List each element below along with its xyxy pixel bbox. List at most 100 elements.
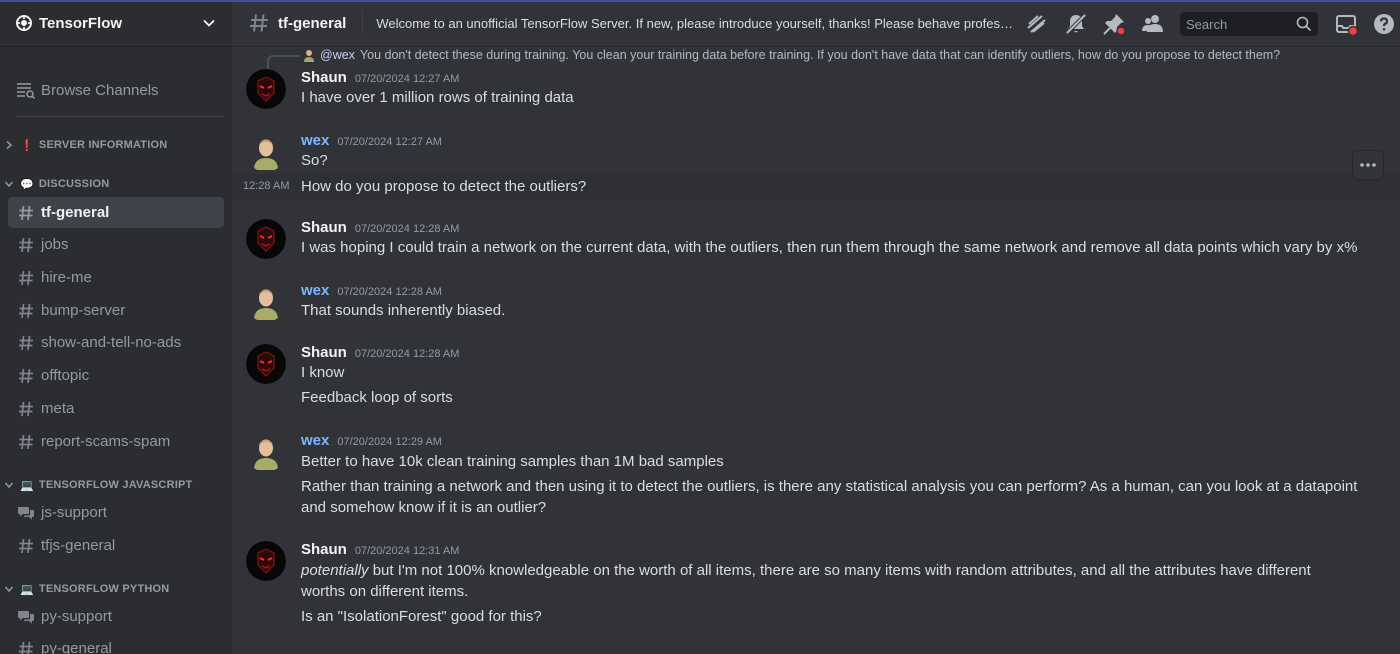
username[interactable]: wex xyxy=(301,132,329,149)
notification-muted-icon[interactable] xyxy=(1064,12,1088,36)
wex-avatar-icon xyxy=(246,432,286,472)
chevron-down-icon xyxy=(4,586,14,593)
category-label: SERVER INFORMATION xyxy=(38,139,168,151)
sidebar-divider xyxy=(16,116,224,117)
username[interactable]: Shaun xyxy=(301,69,347,86)
username[interactable]: Shaun xyxy=(301,541,347,558)
category-label: DISCUSSION xyxy=(38,178,110,190)
pinned-messages-icon[interactable] xyxy=(1102,12,1126,36)
channel-label: show-and-tell-no-ads xyxy=(41,334,182,351)
message-text: potentially but I'm not 100% knowledgeab… xyxy=(301,560,1361,581)
hash-icon xyxy=(19,237,33,252)
shaun-avatar-icon xyxy=(246,219,286,259)
username[interactable]: wex xyxy=(301,432,329,449)
category-emoji: 💻 xyxy=(20,479,34,492)
sidebar-channel-hire-me[interactable]: hire-me xyxy=(8,262,224,293)
username[interactable]: Shaun xyxy=(301,344,347,361)
shaun-avatar-icon xyxy=(246,541,286,581)
shaun-avatar[interactable] xyxy=(246,219,286,259)
sidebar-channel-jobs[interactable]: jobs xyxy=(8,229,224,260)
sidebar-channel-js-support[interactable]: js-support xyxy=(8,497,224,528)
hash-icon xyxy=(19,368,33,383)
inline-timestamp: 12:28 AM xyxy=(243,180,290,192)
message-more-options-button[interactable] xyxy=(1352,150,1384,180)
category-server-information[interactable]: ❗ SERVER INFORMATION xyxy=(0,135,232,155)
message-text: I have over 1 million rows of training d… xyxy=(301,89,574,106)
category-tensorflow-python[interactable]: 💻 TENSORFLOW PYTHON xyxy=(0,579,232,599)
message-text: That sounds inherently biased. xyxy=(301,302,506,319)
shaun-avatar-icon xyxy=(246,344,286,384)
chevron-right-icon xyxy=(6,140,13,150)
window-accent-line xyxy=(0,0,1400,2)
browse-channels-label: Browse Channels xyxy=(41,81,159,99)
sidebar-channel-offtopic[interactable]: offtopic xyxy=(8,360,224,391)
header-divider xyxy=(362,11,364,35)
sidebar-channel-py-support[interactable]: py-support xyxy=(8,601,224,632)
message-header: Shaun 07/20/2024 12:28 AM xyxy=(301,219,459,236)
category-discussion[interactable]: 💬 DISCUSSION xyxy=(0,174,232,194)
reply-preview[interactable]: @wex You don't detect these during train… xyxy=(302,47,1280,63)
wex-avatar[interactable] xyxy=(246,132,286,172)
sidebar-channel-py-general[interactable]: py-general xyxy=(8,633,224,654)
channel-label: py-support xyxy=(41,608,112,625)
username[interactable]: wex xyxy=(301,282,329,299)
message-text: How do you propose to detect the outlier… xyxy=(301,178,587,195)
timestamp: 07/20/2024 12:28 AM xyxy=(354,348,460,360)
discord-app: TensorFlow Browse Channels ❗ SERVER INFO… xyxy=(0,0,1400,654)
reply-text: You don't detect these during training. … xyxy=(359,48,1281,62)
sidebar-channel-tf-general[interactable]: tf-general xyxy=(8,197,224,228)
message-text: and somehow know if it is an outlier? xyxy=(301,499,547,516)
hash-icon xyxy=(19,303,33,318)
inbox-icon[interactable] xyxy=(1334,12,1358,36)
chevron-down-icon xyxy=(203,19,215,27)
browse-channels-button[interactable]: Browse Channels xyxy=(8,72,224,108)
category-tensorflow-javascript[interactable]: 💻 TENSORFLOW JAVASCRIPT xyxy=(0,475,232,495)
server-header[interactable]: TensorFlow xyxy=(0,0,232,47)
wex-mini-avatar-icon xyxy=(304,50,314,62)
italic-text: potentially xyxy=(301,562,369,579)
wex-avatar[interactable] xyxy=(246,432,286,472)
wex-avatar[interactable] xyxy=(246,282,286,322)
message-header: Shaun 07/20/2024 12:27 AM xyxy=(301,69,459,86)
sidebar-channel-report-scams-spam[interactable]: report-scams-spam xyxy=(8,426,224,457)
message-text: Feedback loop of sorts xyxy=(301,389,453,406)
message-text-rest: but I'm not 100% knowledgeable on the wo… xyxy=(368,562,1311,579)
message-text: I was hoping I could train a network on … xyxy=(301,239,1358,256)
sidebar-channel-bump-server[interactable]: bump-server xyxy=(8,295,224,326)
shaun-avatar[interactable] xyxy=(246,541,286,581)
sidebar-channel-show-and-tell-no-ads[interactable]: show-and-tell-no-ads xyxy=(8,327,224,358)
channel-topic[interactable]: Welcome to an unofficial TensorFlow Serv… xyxy=(376,16,1016,31)
category-emoji: 💬 xyxy=(20,178,34,191)
server-name: TensorFlow xyxy=(39,14,123,32)
channel-label: js-support xyxy=(41,504,107,521)
category-label: TENSORFLOW JAVASCRIPT xyxy=(38,479,193,491)
sidebar-channel-meta[interactable]: meta xyxy=(8,393,224,424)
hash-icon xyxy=(19,205,33,220)
shaun-avatar[interactable] xyxy=(246,69,286,109)
channel-title: tf-general xyxy=(278,14,347,32)
hash-icon xyxy=(19,335,33,350)
timestamp: 07/20/2024 12:31 AM xyxy=(354,545,460,557)
search-input[interactable]: Search xyxy=(1180,12,1318,36)
hash-icon xyxy=(19,401,33,416)
threads-icon[interactable] xyxy=(1024,12,1048,36)
member-list-icon[interactable] xyxy=(1141,12,1165,36)
timestamp: 07/20/2024 12:27 AM xyxy=(337,136,442,148)
sidebar-channel-tfjs-general[interactable]: tfjs-general xyxy=(8,530,224,561)
hash-icon xyxy=(19,641,33,654)
channel-label: report-scams-spam xyxy=(41,433,171,450)
reply-author[interactable]: @wex xyxy=(320,48,355,62)
message-text: I know xyxy=(301,364,345,381)
channel-label: jobs xyxy=(41,236,69,253)
timestamp: 07/20/2024 12:28 AM xyxy=(337,286,442,298)
more-horizontal-icon xyxy=(1360,163,1376,167)
category-emoji: ❗ xyxy=(20,139,34,152)
shaun-avatar[interactable] xyxy=(246,344,286,384)
message-text: worths on different items. xyxy=(301,583,469,600)
help-icon[interactable] xyxy=(1372,12,1396,36)
hash-icon xyxy=(19,270,33,285)
message-header: wex 07/20/2024 12:28 AM xyxy=(301,282,442,299)
message-header: Shaun 07/20/2024 12:31 AM xyxy=(301,541,459,558)
username[interactable]: Shaun xyxy=(301,219,347,236)
channel-label: meta xyxy=(41,400,75,417)
